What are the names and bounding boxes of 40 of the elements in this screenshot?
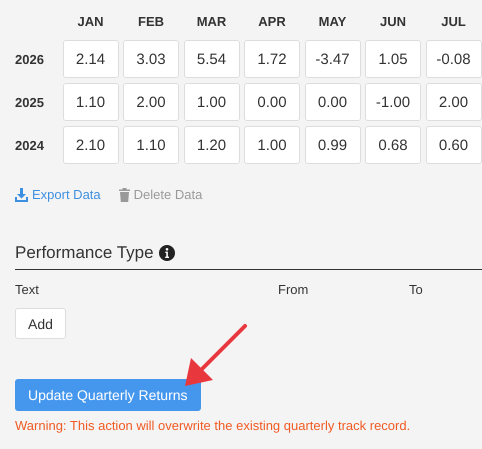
- return-input[interactable]: 1.72: [244, 40, 300, 78]
- return-input[interactable]: 0.00: [244, 83, 300, 121]
- column-header: APR: [257, 14, 287, 31]
- return-input[interactable]: 2.00: [123, 83, 179, 121]
- row-header: 2025: [15, 94, 45, 110]
- return-input[interactable]: -0.08: [426, 40, 482, 78]
- return-input[interactable]: 0.00: [304, 83, 360, 121]
- return-input[interactable]: 0.68: [365, 126, 421, 164]
- trash-icon: [118, 188, 130, 202]
- column-header: JUL: [440, 14, 467, 31]
- row-header: 2024: [15, 138, 45, 152]
- return-input[interactable]: 1.05: [365, 40, 421, 78]
- column-header: MAY: [318, 14, 348, 31]
- add-button[interactable]: Add: [15, 308, 66, 339]
- return-input[interactable]: -1.00: [365, 83, 421, 121]
- return-input[interactable]: 2.14: [62, 40, 118, 78]
- return-input[interactable]: 1.00: [244, 126, 300, 164]
- column-header: MAR: [196, 14, 228, 31]
- download-icon: [15, 188, 28, 202]
- column-header: To: [409, 282, 423, 298]
- return-input[interactable]: 0.60: [426, 126, 482, 164]
- return-input[interactable]: 2.10: [62, 126, 118, 164]
- section-title: Performance Type: [15, 243, 154, 263]
- column-header: FEB: [137, 14, 165, 31]
- warning-text: Warning: This action will overwrite the existing quarterly track record.: [15, 418, 412, 433]
- column-header: From: [278, 282, 310, 298]
- return-input[interactable]: 2.00: [426, 83, 482, 121]
- column-header: Text: [15, 282, 40, 298]
- return-input[interactable]: -3.47: [304, 40, 360, 78]
- return-input[interactable]: 1.00: [184, 83, 240, 121]
- info-icon[interactable]: [158, 245, 175, 261]
- column-header: JAN: [76, 14, 104, 31]
- return-input[interactable]: 1.10: [62, 83, 118, 121]
- return-input[interactable]: 5.54: [184, 40, 240, 78]
- return-input[interactable]: 1.20: [184, 126, 240, 164]
- row-header: 2026: [15, 52, 45, 66]
- return-input[interactable]: 1.10: [123, 126, 179, 164]
- column-header: JUN: [378, 14, 407, 31]
- return-input[interactable]: 3.03: [123, 40, 179, 78]
- return-input[interactable]: 0.99: [304, 126, 360, 164]
